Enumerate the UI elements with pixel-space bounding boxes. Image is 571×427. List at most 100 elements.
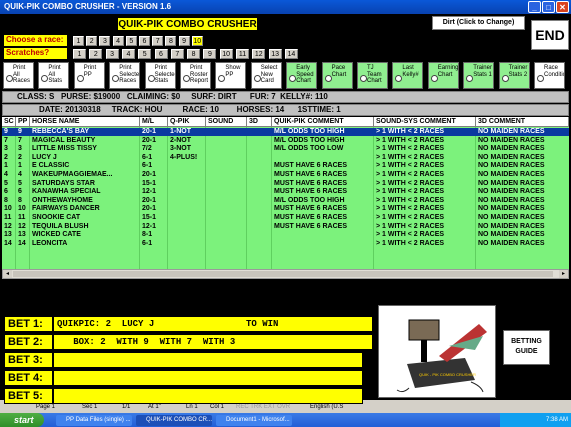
option-radio-icon[interactable]	[6, 75, 13, 82]
option-earning-chart[interactable]: Earning Chart	[427, 62, 459, 89]
race-button-6[interactable]: 6	[139, 36, 150, 46]
table-row[interactable]: 11 11 SNOOKIE CAT 15-1 MUST HAVE 6 RACES > 1 …	[2, 214, 569, 222]
race-button-9[interactable]: 9	[178, 36, 190, 46]
scratch-button-6[interactable]: 6	[154, 49, 168, 59]
race-button-1[interactable]: 1	[73, 36, 84, 46]
scratch-button-7[interactable]: 7	[170, 49, 184, 59]
scratch-button-3[interactable]: 3	[105, 49, 119, 59]
table-row[interactable]: 10 10 FAIRWAYS DANCER 20-1 MUST HAVE 6 RACES…	[2, 205, 569, 213]
table-row[interactable]: 14 14 LEONCITA 6-1 > 1 WITH < 2 RACES NO MAID…	[2, 240, 569, 248]
end-button[interactable]: END	[531, 20, 569, 50]
scratch-button-10[interactable]: 10	[219, 49, 233, 59]
option-select-new-card[interactable]: Select New Card	[250, 62, 282, 89]
option-radio-icon[interactable]	[41, 75, 49, 82]
table-row[interactable]: 11E CLASSIC 6-1 MUST HAVE 6 RACES > 1 WITH …	[2, 162, 569, 170]
option-radio-icon[interactable]	[112, 75, 120, 82]
option-tj-team-chart[interactable]: TJ Team Chart	[357, 62, 388, 89]
maximize-button[interactable]: □	[542, 1, 555, 13]
option-radio-icon[interactable]	[147, 75, 155, 82]
table-row[interactable]: 8 8 ONTHEWAYHOME 20-1 M/L ODDS TOO HIGH > 1 W…	[2, 197, 569, 205]
option-early-speed-chart[interactable]: Early Speed Chart	[286, 62, 318, 89]
minimize-button[interactable]: _	[528, 1, 541, 13]
close-button[interactable]: ✕	[556, 1, 569, 13]
option-radio-icon[interactable]	[76, 75, 84, 82]
table-row[interactable]: 4 4 WAKEUPMAGGIEMAE... 20-1 MUST HAVE 6 RACE…	[2, 171, 569, 179]
option-radio-icon[interactable]	[289, 75, 297, 82]
scratch-button-1[interactable]: 1	[73, 49, 86, 59]
task-button[interactable]: PP Data Files (single) ...	[56, 415, 132, 426]
race-button-7[interactable]: 7	[152, 36, 164, 46]
bet-line-3[interactable]	[53, 352, 363, 368]
bet-line-1[interactable]: QUIKPIC: 2 LUCY J TO WIN	[53, 316, 373, 332]
race-button-10[interactable]: 10	[191, 36, 203, 46]
race-button-2[interactable]: 2	[86, 36, 98, 46]
scratch-button-14[interactable]: 14	[284, 49, 298, 59]
betting-guide-button[interactable]: BETTING GUIDE	[503, 330, 550, 365]
scratch-button-2[interactable]: 2	[89, 49, 103, 59]
column-header-sc[interactable]: SC	[2, 117, 16, 127]
scratch-button-5[interactable]: 5	[138, 49, 152, 59]
table-row[interactable]: 3 3 LITTLE MISS TISSY 7/2 3-NOT M/L ODDS TOO …	[2, 145, 569, 153]
scratch-button-11[interactable]: 11	[236, 49, 249, 59]
column-header-sound-sys-comment[interactable]: SOUND-SYS COMMENT	[374, 117, 476, 127]
scratch-button-8[interactable]: 8	[187, 49, 201, 59]
race-button-5[interactable]: 5	[125, 36, 137, 46]
option-print-selected-stats[interactable]: Print Selected Stats	[144, 62, 176, 89]
table-row[interactable]: 12 12 TEQUILA BLUSH 12-1 MUST HAVE 6 RACES > …	[2, 223, 569, 231]
option-radio-icon[interactable]	[183, 75, 190, 82]
option-print-all-races[interactable]: Print All Races	[3, 62, 34, 89]
option-radio-icon[interactable]	[430, 75, 438, 82]
column-header-q-pik[interactable]: Q-PIK	[168, 117, 206, 127]
scratch-button-13[interactable]: 13	[268, 49, 282, 59]
column-header-sound[interactable]: SOUND	[206, 117, 247, 127]
option-radio-icon[interactable]	[218, 75, 226, 82]
option-trainer-stats-2[interactable]: Trainer Stats 2	[498, 62, 530, 89]
table-row[interactable]: 7 7 MAGICAL BEAUTY 20-1 2-NOT M/L ODDS TOO HI…	[2, 137, 569, 145]
horse-grid[interactable]: SC PP HORSE NAME M/L Q-PIK SOUND 3D QUIK-PIK CO…	[2, 117, 569, 269]
table-row[interactable]: 13 13 WICKED CATE 8-1 > 1 WITH < 2 RACES NO M…	[2, 231, 569, 239]
column-header-horse-name[interactable]: HORSE NAME	[30, 117, 140, 127]
column-header-quik-pik-comment[interactable]: QUIK-PIK COMMENT	[272, 117, 374, 127]
bet-line-2[interactable]: BOX: 2 WITH 9 WITH 7 WITH 3	[53, 334, 373, 350]
table-row[interactable]: 2 2 LUCY J 6-1 4-PLUS! > 1 WITH < 2 RACES NO M…	[2, 154, 569, 162]
table-row[interactable]: 9 9 REBECCA'S BAY 20-1 1-NOT M/L ODDS TOO HIG…	[2, 128, 569, 136]
option-radio-icon[interactable]	[324, 75, 332, 82]
option-print-selected-races[interactable]: Print Selected Races	[109, 62, 141, 89]
option-radio-icon[interactable]	[537, 75, 544, 82]
column-header-m-l[interactable]: M/L	[140, 117, 168, 127]
option-race-conditions[interactable]: Race Conditions	[534, 62, 565, 89]
horizontal-scrollbar[interactable]: ◂ ▸	[2, 269, 569, 279]
scratch-button-4[interactable]: 4	[121, 49, 135, 59]
table-row[interactable]: 5 5 SATURDAYS STAR 15-1 MUST HAVE 6 RACES > 1…	[2, 180, 569, 188]
scroll-left-icon[interactable]: ◂	[3, 270, 12, 278]
option-last-kelly-[interactable]: Last Kelly#	[392, 62, 424, 89]
scratch-button-12[interactable]: 12	[252, 49, 266, 59]
option-trainer-stats-1[interactable]: Trainer Stats 1	[463, 62, 495, 89]
bet-line-5[interactable]	[53, 388, 363, 404]
option-print-all-stats[interactable]: Print All Stats	[38, 62, 70, 89]
option-radio-icon[interactable]	[360, 75, 367, 82]
race-button-4[interactable]: 4	[112, 36, 124, 46]
task-button[interactable]: Document1 - Microsof...	[216, 415, 292, 426]
option-radio-icon[interactable]	[395, 75, 403, 82]
option-print-roster-report[interactable]: Print Roster Report	[180, 62, 211, 89]
table-row[interactable]: 6 6 KANAWHA SPECIAL 12-1 MUST HAVE 6 RACES > …	[2, 188, 569, 196]
column-header-pp[interactable]: PP	[16, 117, 30, 127]
option-radio-icon[interactable]	[253, 75, 261, 82]
option-print-pp[interactable]: Print PP	[73, 62, 105, 89]
column-header-3d-comment[interactable]: 3D COMMENT	[476, 117, 569, 127]
task-button[interactable]: QUIK-PIK COMBO CR...	[136, 415, 212, 426]
scratch-button-9[interactable]: 9	[203, 49, 217, 59]
option-pace-chart[interactable]: Pace Chart	[321, 62, 353, 89]
race-button-8[interactable]: 8	[165, 36, 177, 46]
option-radio-icon[interactable]	[466, 75, 474, 82]
bet-line-4[interactable]	[53, 370, 363, 386]
dirt-toggle-button[interactable]: Dirt (Click to Change)	[432, 16, 525, 30]
start-button[interactable]: start	[0, 413, 44, 427]
column-header-3d[interactable]: 3D	[247, 117, 272, 127]
scroll-thumb[interactable]	[13, 271, 553, 277]
scroll-right-icon[interactable]: ▸	[559, 270, 568, 278]
option-radio-icon[interactable]	[501, 75, 509, 82]
race-button-3[interactable]: 3	[99, 36, 111, 46]
option-show-pp[interactable]: Show PP	[215, 62, 247, 89]
